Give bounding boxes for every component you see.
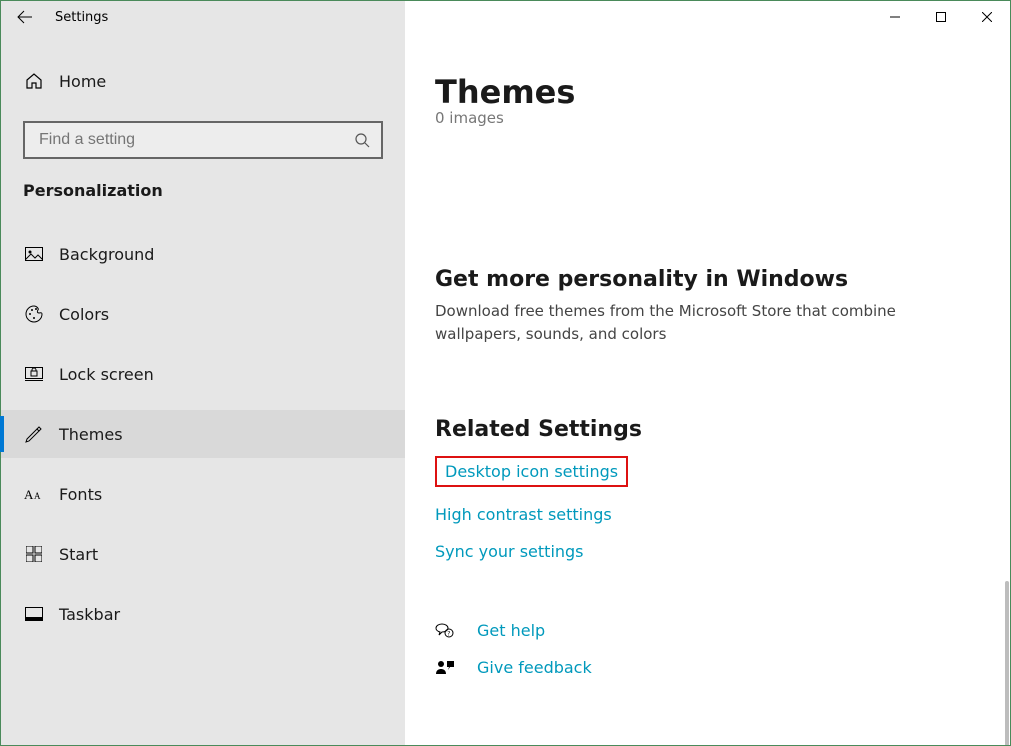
related-settings-title: Related Settings	[435, 417, 980, 442]
sidebar-item-colors[interactable]: Colors	[1, 290, 405, 338]
picture-icon	[23, 247, 45, 261]
close-button[interactable]	[964, 1, 1010, 33]
sync-settings-link[interactable]: Sync your settings	[435, 542, 584, 561]
svg-text:?: ?	[447, 630, 450, 637]
sidebar-item-label: Background	[59, 245, 154, 264]
sidebar-item-label: Colors	[59, 305, 109, 324]
maximize-button[interactable]	[918, 1, 964, 33]
minimize-button[interactable]	[872, 1, 918, 33]
highlighted-link: Desktop icon settings	[435, 456, 628, 487]
svg-text:A: A	[24, 487, 34, 502]
desktop-icon-settings-link[interactable]: Desktop icon settings	[445, 462, 618, 481]
give-feedback-link[interactable]: Give feedback	[477, 658, 592, 677]
sidebar-nav: Background Colors Lock screen	[1, 230, 405, 650]
sidebar-item-start[interactable]: Start	[1, 530, 405, 578]
sidebar-item-fonts[interactable]: AA Fonts	[1, 470, 405, 518]
store-section-title: Get more personality in Windows	[435, 267, 980, 292]
search-input[interactable]	[23, 121, 383, 159]
maximize-icon	[936, 12, 946, 22]
sidebar-item-label: Taskbar	[59, 605, 120, 624]
window-title: Settings	[49, 10, 108, 25]
section-label: Personalization	[1, 181, 405, 200]
sidebar-item-label: Fonts	[59, 485, 102, 504]
images-count: 0 images	[435, 109, 980, 127]
scrollbar[interactable]	[1005, 581, 1009, 745]
sidebar-item-label: Start	[59, 545, 98, 564]
titlebar: Settings	[1, 1, 1010, 33]
sidebar-item-themes[interactable]: Themes	[1, 410, 405, 458]
lock-screen-icon	[23, 367, 45, 381]
home-label: Home	[59, 72, 106, 91]
search-icon	[353, 132, 371, 148]
sidebar: Home Personalization Background	[1, 33, 405, 745]
close-icon	[982, 12, 992, 22]
palette-icon	[23, 305, 45, 323]
start-icon	[23, 546, 45, 562]
minimize-icon	[890, 12, 900, 22]
feedback-icon	[435, 659, 455, 677]
store-section-desc: Download free themes from the Microsoft …	[435, 300, 955, 345]
search-field[interactable]	[37, 130, 353, 150]
fonts-icon: AA	[23, 486, 45, 502]
home-icon	[23, 72, 45, 90]
help-icon: ?	[435, 622, 455, 640]
taskbar-icon	[23, 607, 45, 621]
page-title: Themes	[435, 73, 980, 111]
sidebar-item-lock-screen[interactable]: Lock screen	[1, 350, 405, 398]
themes-icon	[23, 425, 45, 443]
give-feedback-row: Give feedback	[435, 658, 980, 677]
sidebar-item-taskbar[interactable]: Taskbar	[1, 590, 405, 638]
home-button[interactable]: Home	[1, 61, 405, 101]
sidebar-item-label: Lock screen	[59, 365, 154, 384]
get-help-row: ? Get help	[435, 621, 980, 640]
settings-window: Settings Home	[0, 0, 1011, 746]
sidebar-item-label: Themes	[59, 425, 123, 444]
sidebar-item-background[interactable]: Background	[1, 230, 405, 278]
back-arrow-icon	[17, 9, 33, 25]
get-help-link[interactable]: Get help	[477, 621, 545, 640]
content-area: Themes 0 images Get more personality in …	[405, 33, 1010, 745]
high-contrast-settings-link[interactable]: High contrast settings	[435, 505, 612, 524]
back-button[interactable]	[1, 1, 49, 33]
svg-text:A: A	[34, 491, 41, 501]
